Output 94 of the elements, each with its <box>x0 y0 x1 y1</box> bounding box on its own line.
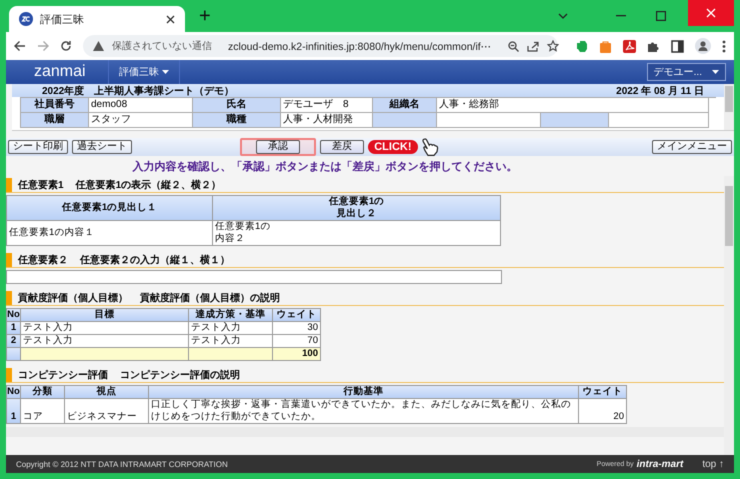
field-label: 組織名 <box>373 98 437 113</box>
toolbar-button[interactable]: 過去シート <box>72 140 132 154</box>
column-header: ウェイト <box>273 309 321 322</box>
table-cell: 30 <box>273 322 321 335</box>
address-bar[interactable]: 保護されていない通信 zcloud-demo.k2-infinities.jp:8080/hyk/menu/common/if⋯ <box>83 35 558 57</box>
shopping-bag-icon[interactable] <box>599 40 612 52</box>
table-cell: 口正しく丁寧な挨拶・返事・言葉遣いができていたか。また、みだしなみに気を配り、公私のけじめをつけた行動ができていたか。 <box>149 399 579 424</box>
section-title: コンピテンシー評価 <box>18 368 108 382</box>
site-logo-icon <box>19 12 33 26</box>
section-title: 任意要素２ <box>18 254 68 267</box>
table-cell: 任意要素1の内容１ <box>7 221 213 246</box>
column-header: 任意要素1の見出し１ <box>7 196 213 221</box>
copyright-text: Copyright © 2012 NTT DATA INTRAMART CORPORATION <box>16 460 228 468</box>
section-description: 貢献度評価（個人目標）の説明 <box>140 291 280 305</box>
table-cell: テスト入力 <box>21 322 189 335</box>
row-number: 2 <box>7 335 21 348</box>
column-header: 行動基準 <box>149 386 579 399</box>
tab-title: 評価三昧 <box>40 12 85 26</box>
minimize-icon[interactable] <box>616 15 626 17</box>
share-icon[interactable] <box>526 40 539 52</box>
section-marker <box>6 178 12 192</box>
column-header: 任意要素1の見出し２ <box>213 196 501 221</box>
reload-icon[interactable] <box>60 40 72 52</box>
table-cell: 70 <box>273 335 321 348</box>
section-title: 任意要素1 <box>18 178 64 192</box>
maximize-icon[interactable] <box>656 11 666 21</box>
field-value: 人事・人材開発 <box>281 113 373 128</box>
warning-icon <box>93 41 104 51</box>
column-header: 達成方策・基準 <box>189 309 273 322</box>
tab-list-icon[interactable] <box>558 13 568 19</box>
table-cell: コア <box>21 399 65 424</box>
browser-tab[interactable]: 評価三昧 <box>9 6 185 32</box>
scrollbar[interactable] <box>724 176 734 455</box>
action-button[interactable]: 承認 <box>256 140 300 154</box>
section-description: 任意要素1の表示（縦２、横２） <box>76 178 222 192</box>
column-header: No <box>7 386 21 399</box>
table-cell: テスト入力 <box>21 335 189 348</box>
more-icon[interactable] <box>722 40 726 52</box>
scrollbar[interactable] <box>6 427 724 437</box>
caret-icon <box>712 70 719 74</box>
puzzle-icon[interactable] <box>647 40 660 52</box>
security-status: 保護されていない通信 <box>112 40 212 53</box>
section-marker <box>6 291 12 305</box>
scrollbar[interactable] <box>724 84 734 130</box>
app-logo: zanmai <box>34 63 87 81</box>
table-cell: テスト入力 <box>189 335 273 348</box>
field-value: demo08 <box>89 98 193 113</box>
new-tab-button[interactable]: + <box>199 6 211 26</box>
table-cell: 20 <box>579 399 627 424</box>
row-number: 1 <box>7 399 21 424</box>
field-value: デモユーザ 8 <box>281 98 373 113</box>
field-label: 社員番号 <box>21 98 89 113</box>
sheet-title: 2022年度 上半期人事考課シート（デモ） <box>42 84 234 98</box>
field-value: 人事・総務部 <box>437 98 709 113</box>
side-panel-icon[interactable] <box>671 40 684 52</box>
brand-logo: intra-mart <box>636 458 684 470</box>
star-icon[interactable] <box>546 40 559 52</box>
section-title: 貢献度評価（個人目標） <box>18 291 128 305</box>
caret-icon <box>162 70 169 74</box>
sheet-date: 2022 年 08 月 11 日 <box>616 84 704 98</box>
top-link[interactable]: top ↑ <box>702 458 724 470</box>
input-field[interactable] <box>6 270 502 284</box>
section-description: 任意要素２の入力（縦１、横１） <box>80 254 230 267</box>
section-description: コンピテンシー評価の説明 <box>120 368 240 382</box>
column-header: No <box>7 309 21 322</box>
total-value: 100 <box>273 348 321 361</box>
close-tab-icon[interactable] <box>166 14 175 24</box>
zoom-icon[interactable] <box>508 40 519 52</box>
table-cell: テスト入力 <box>189 322 273 335</box>
back-icon[interactable] <box>14 40 26 52</box>
section-marker <box>6 368 12 382</box>
section-marker <box>6 253 12 267</box>
pdf-icon[interactable] <box>623 40 636 52</box>
instruction-message: 入力内容を確認し、「承認」ボタンまたは「差戻」ボタンを押してください。 <box>132 160 518 174</box>
user-menu[interactable]: デモユー... <box>646 63 726 81</box>
field-label: 氏名 <box>193 98 281 113</box>
field-label: 職種 <box>193 113 281 128</box>
field-value: スタッフ <box>89 113 193 128</box>
field-label: 職層 <box>21 113 89 128</box>
pointing-hand-icon <box>422 138 440 156</box>
callout-bubble: CLICK! <box>368 140 418 154</box>
action-button[interactable]: 差戻 <box>320 140 364 154</box>
row-number: 1 <box>7 322 21 335</box>
column-header: 分類 <box>21 386 65 399</box>
profile-icon[interactable] <box>695 38 711 54</box>
column-header: 視点 <box>65 386 149 399</box>
column-header: ウェイト <box>579 386 627 399</box>
toolbar-button[interactable]: シート印刷 <box>8 140 68 154</box>
close-icon <box>706 8 716 18</box>
column-header: 目標 <box>21 309 189 322</box>
url-text: zcloud-demo.k2-infinities.jp:8080/hyk/menu/common/if⋯ <box>228 40 492 52</box>
table-cell: ビジネスマナー <box>65 399 149 424</box>
table-cell: 任意要素1の内容２ <box>213 221 501 246</box>
main-menu-button[interactable]: メインメニュー <box>652 140 732 154</box>
